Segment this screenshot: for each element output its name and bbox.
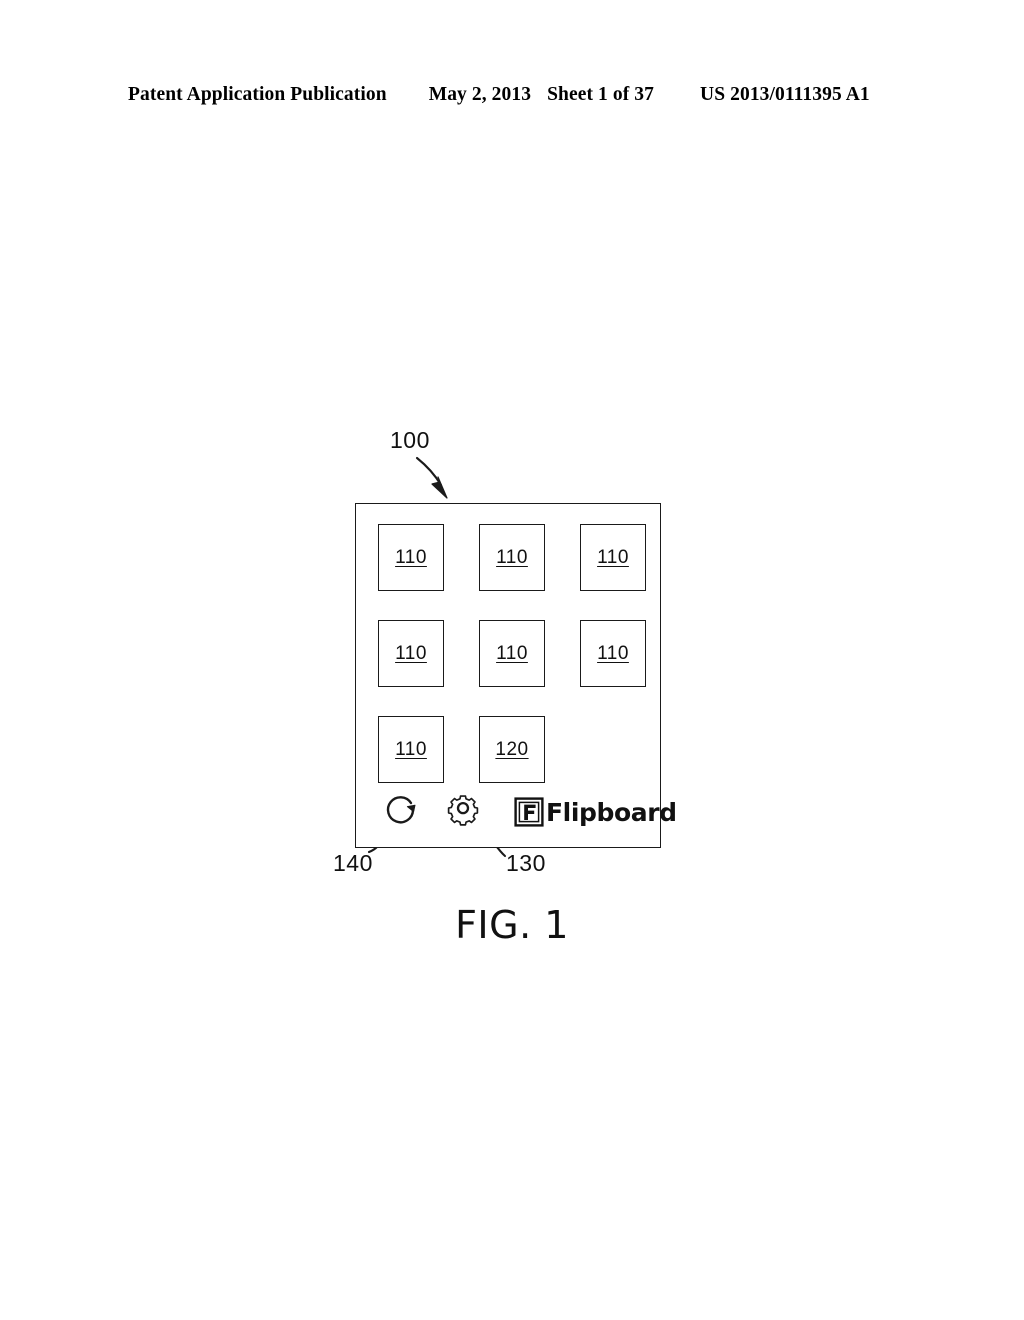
tile[interactable]: 110	[378, 620, 444, 687]
tile[interactable]: 110	[378, 524, 444, 591]
tile-grid: 110 110 110 110 110 110 110 120	[378, 524, 646, 783]
device-toolbar: Flipboard	[356, 787, 677, 845]
flipboard-brand[interactable]: Flipboard	[514, 792, 677, 832]
gear-icon[interactable]	[442, 791, 484, 833]
arrowhead-100	[431, 476, 448, 499]
tile-label: 110	[395, 739, 427, 760]
tile[interactable]: 110	[580, 524, 646, 591]
device-outline: 110 110 110 110 110 110 110 120 Flipboar…	[355, 503, 677, 848]
callout-label-140: 140	[333, 850, 373, 876]
tile[interactable]: 110	[479, 524, 545, 591]
figure-1: 100 140 130 110 110 110 110 110 110 110 …	[0, 0, 1024, 1320]
tile[interactable]: 110	[479, 620, 545, 687]
callout-label-100: 100	[390, 427, 430, 453]
tile-empty-slot	[580, 716, 646, 783]
tile-label: 110	[597, 643, 629, 664]
flipboard-logo-icon	[514, 797, 544, 827]
tile-label: 110	[496, 547, 528, 568]
tile-label: 110	[395, 547, 427, 568]
tile-label: 120	[495, 739, 529, 760]
flipboard-wordmark: Flipboard	[546, 797, 677, 827]
callout-label-130: 130	[506, 850, 546, 876]
tile-label: 110	[496, 643, 528, 664]
leader-line-100	[415, 456, 443, 487]
tile-label: 110	[395, 643, 427, 664]
tile[interactable]: 110	[580, 620, 646, 687]
tile[interactable]: 120	[479, 716, 545, 783]
figure-caption: FIG. 1	[455, 903, 569, 947]
tile[interactable]: 110	[378, 716, 444, 783]
tile-label: 110	[597, 547, 629, 568]
refresh-icon[interactable]	[380, 791, 422, 833]
